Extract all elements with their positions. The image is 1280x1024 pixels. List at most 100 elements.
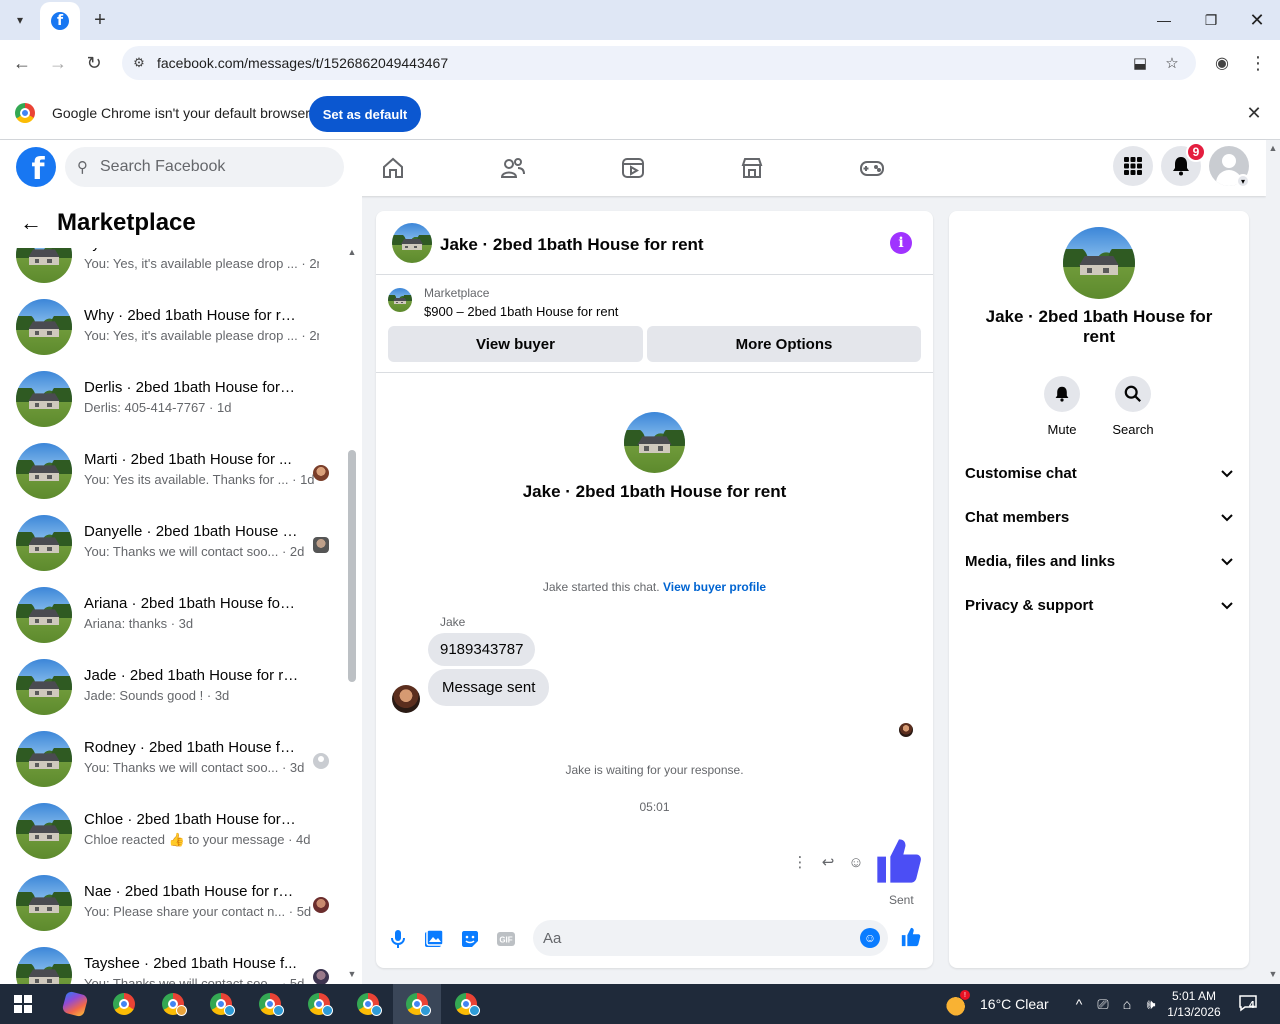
browser-tab-facebook[interactable]: f [40, 2, 80, 40]
microphone-icon[interactable] [387, 928, 409, 950]
privacy-support-section[interactable]: Privacy & support [965, 583, 1237, 627]
send-like-thumbs-up-icon[interactable] [900, 926, 922, 948]
minimize-icon[interactable]: — [1152, 8, 1176, 32]
clock-date: 1/13/2026 [1167, 1005, 1221, 1019]
scroll-down-icon[interactable]: ▼ [346, 968, 358, 980]
conversation-preview: You: Thanks we will contact soo... · 5d [84, 976, 305, 984]
conversation-item[interactable]: Chloe · 2bed 1bath House for rent Chloe r… [0, 799, 344, 871]
chat-panel: Jake · 2bed 1bath House for rent i Marke… [376, 211, 933, 968]
chrome-profile-taskbar-icon[interactable] [149, 984, 197, 1024]
page-scroll-down-icon[interactable]: ▼ [1267, 968, 1279, 980]
conversation-item[interactable]: Jade · 2bed 1bath House for rent Jade: So… [0, 655, 344, 727]
install-app-icon[interactable]: ⬓ [1130, 53, 1150, 73]
chat-members-section[interactable]: Chat members [965, 495, 1237, 539]
video-icon[interactable] [619, 154, 647, 182]
windows-start-icon[interactable] [14, 995, 32, 1013]
infobar-close-icon[interactable]: ✕ [1244, 103, 1264, 123]
sender-name: Jake [440, 615, 466, 629]
marketplace-icon[interactable] [738, 154, 766, 182]
sent-like-thumbs-up-icon[interactable] [873, 835, 925, 887]
react-emoji-icon[interactable]: ☺ [846, 852, 866, 872]
tray-app-icon[interactable]: ⎚ [1094, 995, 1112, 1013]
info-icon[interactable]: i [890, 232, 912, 254]
conversation-item[interactable]: Derlis · 2bed 1bath House for rent Derlis… [0, 367, 344, 439]
home-icon[interactable] [379, 154, 407, 182]
profile-icon[interactable]: ◉ [1209, 50, 1235, 76]
conversation-item[interactable]: Ariana · 2bed 1bath House for re... Arian… [0, 583, 344, 655]
back-icon[interactable]: ← [9, 50, 35, 76]
new-tab-plus-icon[interactable]: + [88, 8, 112, 32]
message-bubble[interactable]: Message sent [428, 669, 550, 706]
listing-price[interactable]: $900 – 2bed 1bath House for rent [424, 304, 618, 319]
photo-icon[interactable] [423, 928, 445, 950]
conversation-preview: You: Yes, it's available please drop ...… [84, 256, 319, 271]
reply-icon[interactable]: ↩ [818, 852, 838, 872]
bookmark-star-icon[interactable]: ☆ [1162, 53, 1182, 73]
message-input[interactable] [533, 920, 888, 956]
page-scrollbar[interactable]: ▲ ▼ [1266, 140, 1280, 984]
conversation-item[interactable]: Rodney · 2bed 1bath House fo... You: Than… [0, 727, 344, 799]
chat-thumbnail[interactable] [392, 223, 432, 263]
conversation-item[interactable]: Nae · 2bed 1bath House for re... You: Ple… [0, 871, 344, 943]
chrome-menu-icon[interactable]: ⋮ [1245, 50, 1271, 76]
account-chevron-down-icon[interactable]: ▾ [1236, 174, 1250, 188]
close-window-icon[interactable]: ✕ [1245, 8, 1269, 32]
conversation-item[interactable]: Danyelle · 2bed 1bath House f... You: Tha… [0, 511, 344, 583]
view-buyer-button[interactable]: View buyer [388, 326, 643, 362]
weather-text[interactable]: 16°C Clear [980, 996, 1049, 1012]
tray-overflow-chevron-icon[interactable]: ^ [1070, 995, 1088, 1013]
chrome-profile-taskbar-icon[interactable] [197, 984, 245, 1024]
facebook-search-input[interactable]: ⚲ Search Facebook [65, 147, 344, 187]
chrome-profile-taskbar-icon[interactable] [295, 984, 343, 1024]
listing-source: Marketplace [424, 286, 490, 300]
set-as-default-button[interactable]: Set as default [309, 96, 421, 132]
menu-grid-icon[interactable] [1113, 146, 1153, 186]
chat-details-panel: Jake · 2bed 1bath House for rent Mute Se… [949, 211, 1249, 968]
mute-button[interactable]: Mute [1032, 376, 1092, 437]
sidebar-scrollbar[interactable] [348, 450, 356, 682]
gif-icon[interactable]: GIF [495, 928, 517, 950]
customise-chat-section[interactable]: Customise chat [965, 451, 1237, 495]
volume-icon[interactable]: 🕪 [1142, 995, 1160, 1013]
message-bubble[interactable]: 9189343787 [428, 633, 536, 666]
chrome-profile-taskbar-icon[interactable] [246, 984, 294, 1024]
chrome-profile-taskbar-icon[interactable] [442, 984, 490, 1024]
copilot-taskbar-icon[interactable] [51, 984, 99, 1024]
conversation-item[interactable]: Marti · 2bed 1bath House for ... You: Yes… [0, 439, 344, 511]
sticker-icon[interactable] [459, 928, 481, 950]
more-actions-icon[interactable]: ⋮ [790, 852, 810, 872]
page-scroll-up-icon[interactable]: ▲ [1267, 142, 1279, 154]
emoji-icon[interactable]: ☺ [860, 928, 880, 948]
chat-title[interactable]: Jake · 2bed 1bath House for rent [440, 235, 704, 255]
windows-taskbar: ! 16°C Clear ^ ⎚ ⌂ 🕪 5:01 AM 1/13/2026 4 [0, 984, 1280, 1024]
network-icon[interactable]: ⌂ [1118, 995, 1136, 1013]
conversation-item[interactable]: Tayshee · 2bed 1bath House f... You: Than… [0, 943, 344, 984]
sender-avatar[interactable] [392, 685, 420, 713]
conversation-item[interactable]: Why · 2bed 1bath House for rent You: Yes,… [0, 295, 344, 367]
friends-icon[interactable] [499, 154, 527, 182]
chrome-profile-taskbar-icon[interactable] [344, 984, 392, 1024]
address-bar[interactable]: ⚙ facebook.com/messages/t/15268620494434… [122, 46, 1196, 80]
listing-card: Marketplace $900 – 2bed 1bath House for … [376, 275, 933, 373]
back-arrow-icon[interactable]: ← [20, 210, 42, 236]
conversation-thumbnail [16, 299, 72, 355]
forward-icon[interactable]: → [45, 50, 71, 76]
facebook-logo-icon[interactable]: f [16, 147, 56, 187]
more-options-button[interactable]: More Options [647, 326, 921, 362]
site-settings-icon[interactable]: ⚙ [130, 54, 148, 72]
reload-icon[interactable]: ↻ [81, 50, 107, 76]
media-files-links-section[interactable]: Media, files and links [965, 539, 1237, 583]
taskbar-clock[interactable]: 5:01 AM 1/13/2026 [1162, 988, 1226, 1020]
chevron-down-icon [1221, 514, 1233, 522]
tab-search-chevron-icon[interactable]: ▾ [8, 8, 32, 32]
notification-center-icon[interactable]: 4 [1238, 994, 1260, 1014]
chrome-profile-taskbar-icon[interactable] [393, 984, 441, 1024]
restore-icon[interactable]: ❐ [1199, 8, 1223, 32]
search-placeholder: Search Facebook [100, 158, 226, 175]
gaming-icon[interactable] [858, 154, 886, 182]
search-chat-button[interactable]: Search [1103, 376, 1163, 437]
view-buyer-profile-link[interactable]: View buyer profile [663, 580, 766, 594]
url-text[interactable]: facebook.com/messages/t/1526862049443467 [157, 55, 448, 71]
chrome-taskbar-icon[interactable] [100, 984, 148, 1024]
chevron-down-icon [1221, 558, 1233, 566]
